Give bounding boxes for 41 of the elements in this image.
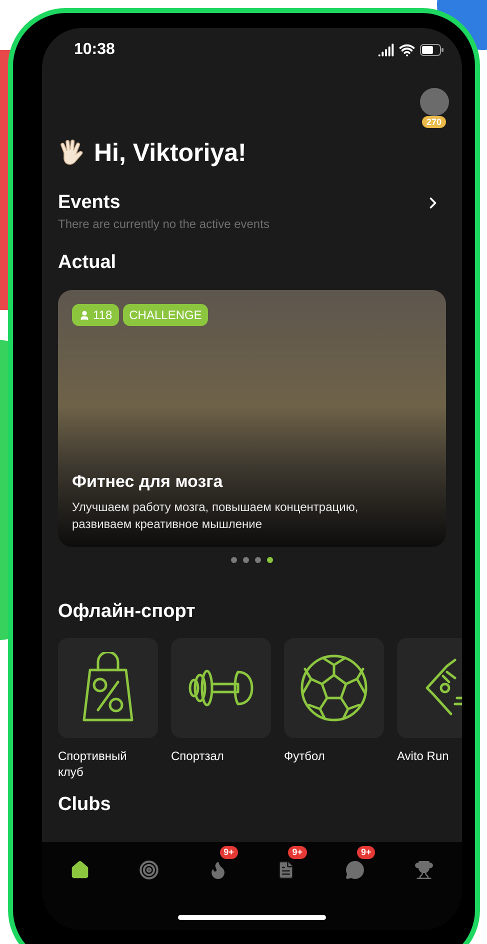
sport-tile[interactable] <box>171 638 271 738</box>
waving-hand-icon <box>58 139 86 167</box>
tab-button[interactable]: 9+ <box>262 846 310 882</box>
points-badge: 270 <box>422 116 446 128</box>
challenge-tag: CHALLENGE <box>123 304 208 326</box>
sport-label: Спортзал <box>171 748 225 764</box>
soccer-ball-icon <box>299 653 369 723</box>
battery-icon <box>420 44 444 56</box>
sport-tile[interactable] <box>58 638 158 738</box>
tab-button[interactable]: 9+ <box>194 846 242 882</box>
sport-label: Футбол <box>284 748 326 764</box>
target-icon <box>138 860 159 880</box>
sport-label: Спортивный клуб <box>58 748 128 780</box>
events-heading: Events <box>58 191 120 215</box>
document-icon <box>276 860 296 880</box>
status-time: 10:38 <box>74 40 115 60</box>
participants-count: 118 <box>93 307 112 324</box>
wifi-icon <box>399 42 415 58</box>
greeting-heading: Hi, Viktoriya! <box>94 138 246 168</box>
trophy-icon <box>414 860 434 880</box>
chat-icon <box>344 860 365 880</box>
home-icon <box>70 860 90 880</box>
dumbbell-icon <box>186 668 256 708</box>
shopping-bag-percent-icon <box>80 652 136 724</box>
event-card[interactable]: 118 CHALLENGE Фитнес для мозга Улучшаем работу мозга, повышаем концентрацию, развиваем креативное мышление <box>58 290 446 547</box>
notification-badge: 9+ <box>288 846 307 859</box>
sport-label: Avito Run <box>397 748 450 764</box>
events-subtitle: There are currently no the active events <box>57 216 270 232</box>
clubs-heading: Clubs <box>57 793 112 817</box>
card-description: Улучшаем работу мозга, повышаем концентрацию, развиваем креативное мышление <box>72 499 360 533</box>
sport-tile[interactable] <box>284 638 384 738</box>
actual-heading: Actual <box>57 251 118 275</box>
card-title: Фитнес для мозга <box>72 471 224 493</box>
offline-sport-heading: Офлайн-спорт <box>57 600 196 624</box>
notification-badge: 9+ <box>356 846 376 859</box>
avatar[interactable] <box>420 88 448 116</box>
notification-badge: 9+ <box>220 846 238 859</box>
sneaker-icon <box>425 658 462 718</box>
signal-icon <box>378 42 394 58</box>
person-icon <box>79 310 90 320</box>
tab-button[interactable]: 9+ <box>330 846 379 882</box>
